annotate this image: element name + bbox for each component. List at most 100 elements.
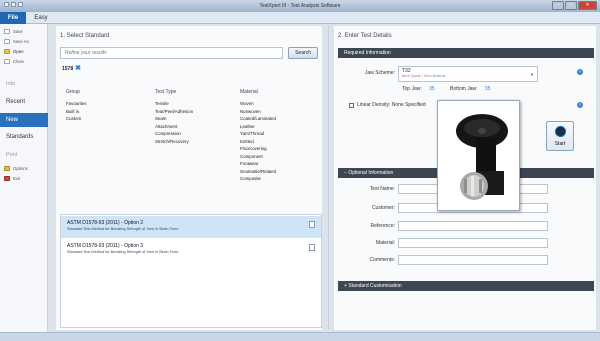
save-as-icon	[4, 39, 10, 45]
test-type-item[interactable]: Tear/Peel/Adhesion	[155, 108, 193, 116]
start-label: Start	[554, 141, 566, 147]
close-button[interactable]: ✕	[578, 1, 597, 10]
comments-input[interactable]	[398, 255, 548, 265]
menu-exit[interactable]: Exit	[4, 175, 46, 183]
material-label: Material:	[375, 240, 395, 246]
material-item[interactable]: Floorcovering	[240, 145, 276, 153]
search-input[interactable]	[60, 47, 283, 59]
remove-filter-icon[interactable]: ✖	[75, 65, 81, 72]
jaw-scheme-label: Jaw Scheme:	[364, 70, 395, 76]
quick-access-toolbar[interactable]	[4, 2, 28, 10]
material-item[interactable]: Geotextile/Related	[240, 168, 276, 176]
test-type-item[interactable]: Seam	[155, 115, 193, 123]
window-title: TestXpert III · Test Analysis Software	[259, 3, 341, 9]
top-jaw-value[interactable]: 35	[429, 86, 435, 92]
customer-label: Customer:	[371, 205, 395, 211]
document-icon[interactable]	[309, 221, 315, 228]
group-header: Group	[66, 89, 80, 95]
backstage-menu: Save Save As Open Close Info Recent New …	[0, 24, 48, 332]
material-item[interactable]: Nonwoven	[240, 108, 276, 116]
material-item[interactable]: Composite	[240, 175, 276, 183]
menu-save[interactable]: Save	[4, 28, 46, 36]
tab-easy[interactable]: Easy	[28, 12, 54, 24]
comments-label: Comments:	[369, 257, 395, 263]
standard-customisation-header[interactable]: + Standard Customisation	[338, 281, 594, 291]
close-file-icon	[4, 59, 10, 65]
menu-close[interactable]: Close	[4, 58, 46, 66]
group-favourites[interactable]: Favourites	[66, 100, 87, 108]
help-icon[interactable]: ?	[577, 102, 583, 108]
group-built-in[interactable]: Built in	[66, 108, 87, 116]
exit-icon	[4, 176, 10, 182]
test-type-item[interactable]: Stretch/Recovery	[155, 138, 193, 146]
test-details-title: 2. Enter Test Details	[338, 33, 392, 39]
ribbon-tab-bar	[0, 12, 600, 24]
group-custom[interactable]: Custom	[66, 115, 87, 123]
top-jaw-field: Top Jaw: 35	[402, 86, 435, 92]
material-header: Material	[240, 89, 258, 95]
material-input[interactable]	[398, 238, 548, 248]
linear-density-checkbox[interactable]	[349, 103, 354, 108]
test-type-item[interactable]: Attachment	[155, 123, 193, 131]
material-list: Woven Nonwoven Coated/Laminated Leather …	[240, 100, 276, 183]
material-item[interactable]: Yarn/Thread	[240, 130, 276, 138]
result-title: ASTM D1578-93 (2011) - Option 3	[67, 243, 144, 249]
filter-tag[interactable]: 1578 ✖	[62, 64, 81, 72]
result-row[interactable]: ASTM D1578-93 (2011) - Option 2 Standard…	[61, 216, 321, 238]
document-icon[interactable]	[309, 244, 315, 251]
reference-input[interactable]	[398, 221, 548, 231]
result-row[interactable]: ASTM D1578-93 (2011) - Option 3 Standard…	[61, 239, 321, 261]
reference-label: Reference:	[370, 223, 395, 229]
test-type-item[interactable]: Tensile	[155, 100, 193, 108]
minimize-button[interactable]: –	[552, 1, 564, 10]
test-type-list: Tensile Tear/Peel/Adhesion Seam Attachme…	[155, 100, 193, 145]
jaw-photo-popup	[437, 100, 520, 211]
material-item[interactable]: Coated/Laminated	[240, 115, 276, 123]
linear-density-label: Linear Density: None Specified	[357, 102, 426, 108]
jaw-scheme-subtitle: Bent Spade / Horn Bollards	[402, 74, 446, 78]
start-button[interactable]: Start	[546, 121, 574, 151]
menu-save-as[interactable]: Save As	[4, 38, 46, 46]
menu-options[interactable]: Options	[4, 165, 46, 173]
jaw-image	[456, 114, 508, 200]
redo-icon[interactable]	[18, 2, 23, 7]
results-list: ASTM D1578-93 (2011) - Option 2 Standard…	[60, 214, 322, 328]
material-item[interactable]: Leather	[240, 123, 276, 131]
required-info-header[interactable]: Required Information	[338, 48, 594, 58]
material-item[interactable]: Footwear	[240, 160, 276, 168]
menu-open[interactable]: Open	[4, 48, 46, 56]
menu-info[interactable]: Info	[6, 81, 15, 87]
test-name-label: Test Name:	[369, 186, 395, 192]
chevron-down-icon: ▼	[530, 72, 534, 77]
folder-icon	[4, 49, 10, 55]
group-list: Favourites Built in Custom	[66, 100, 87, 123]
test-type-item[interactable]: Compression	[155, 130, 193, 138]
result-description: Standard Test Method for Breaking Streng…	[67, 250, 179, 254]
help-icon[interactable]: ?	[577, 69, 583, 75]
top-jaw-label: Top Jaw:	[402, 86, 422, 92]
filter-tag-label: 1578	[62, 66, 74, 72]
start-icon	[555, 126, 566, 137]
search-button[interactable]: Search	[288, 47, 318, 59]
test-type-header: Test Type	[155, 89, 177, 95]
material-item[interactable]: Woven	[240, 100, 276, 108]
menu-print[interactable]: Print	[6, 152, 17, 158]
menu-recent[interactable]: Recent	[0, 95, 48, 109]
select-standard-title: 1. Select Standard	[60, 33, 110, 39]
tab-file[interactable]: File	[0, 12, 26, 24]
undo-icon[interactable]	[11, 2, 16, 7]
save-icon[interactable]	[4, 2, 9, 7]
save-icon	[4, 29, 10, 35]
maximize-button[interactable]: □	[565, 1, 577, 10]
material-item[interactable]: Component	[240, 153, 276, 161]
status-bar	[0, 332, 600, 341]
material-item[interactable]: Knitted	[240, 138, 276, 146]
bottom-jaw-field: Bottom Jaw: 35	[450, 86, 490, 92]
menu-standards[interactable]: Standards	[0, 130, 48, 144]
menu-new[interactable]: New	[0, 113, 48, 127]
jaw-scheme-select[interactable]: T32 Bent Spade / Horn Bollards ▼	[398, 66, 538, 82]
result-description: Standard Test Method for Breaking Streng…	[67, 227, 179, 231]
bottom-jaw-value[interactable]: 35	[485, 86, 491, 92]
pane-divider	[328, 26, 329, 330]
options-icon	[4, 166, 10, 172]
